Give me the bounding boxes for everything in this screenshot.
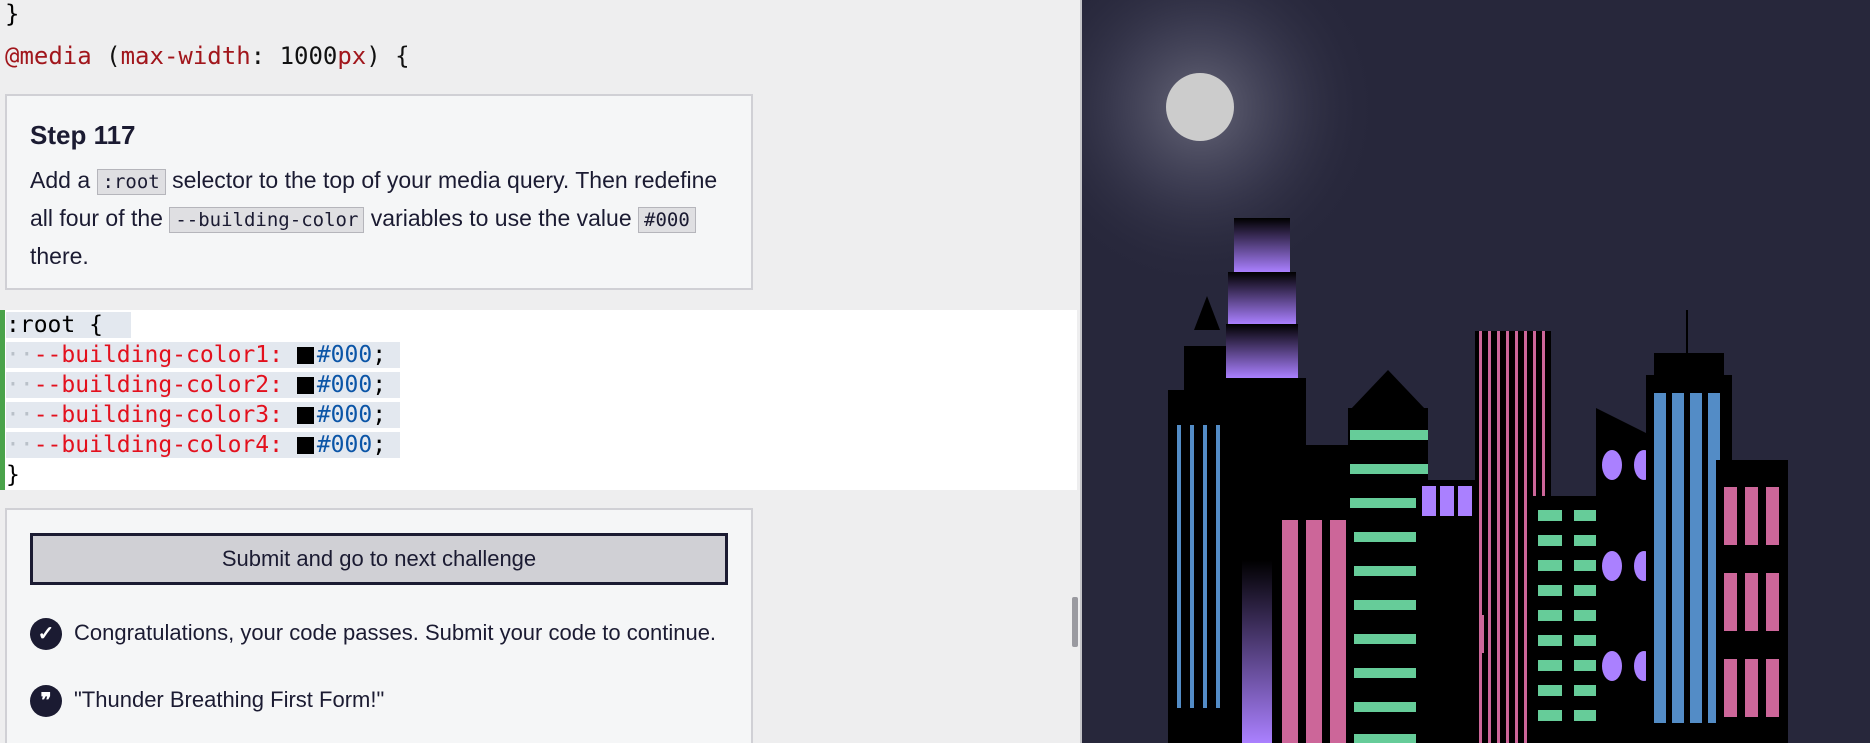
variable-name: --building-color4: (33, 432, 297, 458)
action-panel: Submit and go to next challenge ✓ Congrat… (5, 508, 753, 743)
editor-line-closing[interactable]: } (6, 460, 20, 490)
code-chip-root: :root (96, 169, 166, 195)
variable-value: #000 (316, 342, 373, 368)
variable-value: #000 (316, 432, 373, 458)
quote-icon: ❞ (30, 685, 62, 717)
variable-value: #000 (316, 402, 373, 428)
variable-value: #000 (316, 372, 373, 398)
variable-name: --building-color3: (33, 402, 297, 428)
editor-line-1[interactable]: ··--building-color1: #000; (6, 340, 400, 370)
media-value: 1000 (279, 42, 338, 70)
step-text-1: Add a (30, 167, 97, 193)
media-at-keyword: @media (5, 42, 92, 70)
check-circle-icon: ✓ (30, 618, 62, 650)
quote-message: ❞ "Thunder Breathing First Form!" (30, 685, 384, 717)
quote-text: "Thunder Breathing First Form!" (74, 686, 385, 712)
building-purple-windows (1416, 480, 1478, 743)
media-prop: max-width (120, 42, 251, 70)
step-text-3: variables to use the value (364, 205, 638, 231)
building-fade-column (1242, 560, 1272, 743)
submit-button[interactable]: Submit and go to next challenge (30, 533, 728, 585)
building-green-grid (1530, 496, 1602, 743)
media-unit: px (337, 42, 367, 70)
semicolon: ; (372, 402, 387, 428)
code-editor[interactable]: :root { ··--building-color1: #000; ··--b… (0, 310, 1077, 490)
scrollbar-thumb[interactable] (1072, 597, 1078, 647)
success-text: Congratulations, your code passes. Submi… (74, 619, 717, 645)
code-chip-building-color: --building-color (169, 207, 365, 233)
semicolon: ; (372, 372, 387, 398)
editor-line-2[interactable]: ··--building-color2: #000; (6, 370, 400, 400)
code-closing-brace: } (5, 0, 20, 28)
step-description: Step 117 Add a :root selector to the top… (5, 94, 753, 290)
media-close: ) { (366, 42, 410, 70)
step-instructions: Add a :root selector to the top of your … (30, 162, 730, 274)
moon (1166, 73, 1234, 141)
step-title: Step 117 (30, 120, 136, 150)
color-swatch[interactable] (296, 407, 314, 424)
media-query-line: @media (max-width: 1000px) { (5, 42, 410, 70)
color-swatch[interactable] (296, 437, 314, 454)
editor-gutter-marker (0, 310, 5, 490)
building-pink-stripes (1278, 445, 1352, 743)
city-skyline-preview (1082, 0, 1870, 743)
editor-line-4[interactable]: ··--building-color4: #000; (6, 430, 400, 460)
variable-name: --building-color2: (33, 372, 297, 398)
media-open: ( (91, 42, 121, 70)
success-message: ✓ Congratulations, your code passes. Subm… (30, 618, 716, 650)
editor-line-3[interactable]: ··--building-color3: #000; (6, 400, 400, 430)
semicolon: ; (372, 342, 387, 368)
color-swatch[interactable] (296, 347, 314, 364)
root-selector-text: :root { (6, 312, 103, 338)
code-chip-value: #000 (638, 207, 696, 233)
media-colon: : (250, 42, 280, 70)
editor-line-selector[interactable]: :root { (6, 310, 131, 340)
step-text-4: there. (30, 243, 89, 269)
building-pink-right (1716, 460, 1788, 743)
code-panel: } @media (max-width: 1000px) { Step 117 … (0, 0, 1080, 743)
closing-brace: } (6, 462, 20, 488)
color-swatch[interactable] (296, 377, 314, 394)
semicolon: ; (372, 432, 387, 458)
preview-pane (1082, 0, 1870, 743)
variable-name: --building-color1: (33, 342, 297, 368)
